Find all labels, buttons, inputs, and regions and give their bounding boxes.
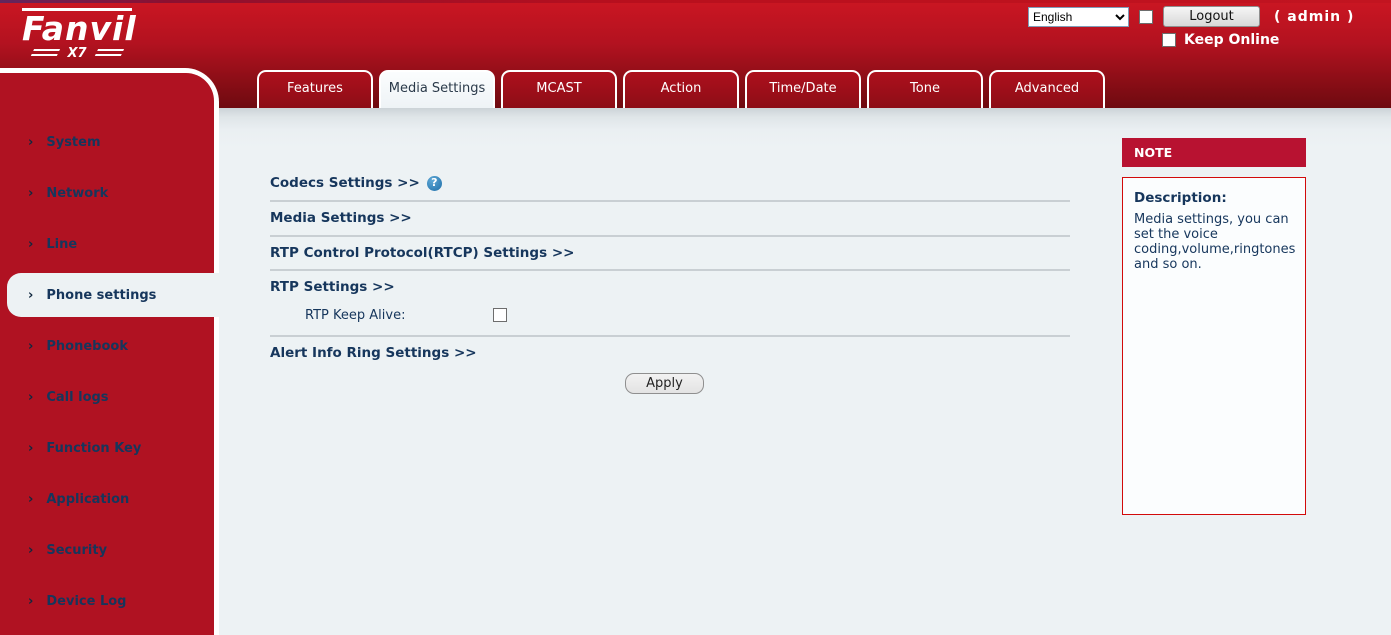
rtp-keep-alive-checkbox[interactable] xyxy=(493,308,507,322)
tab-bar: Features Media Settings MCAST Action Tim… xyxy=(257,70,1105,108)
sidebar-item-label: Device Log xyxy=(46,594,126,609)
chevron-right-icon xyxy=(28,288,33,303)
chevron-right-icon xyxy=(28,339,33,354)
sidebar-item-label: Network xyxy=(46,186,108,201)
section-label: RTP Settings >> xyxy=(270,280,395,294)
sidebar-item-application[interactable]: Application xyxy=(0,474,219,525)
sidebar-item-label: Phone settings xyxy=(46,288,156,303)
language-select[interactable]: English xyxy=(1028,7,1129,27)
language-checkbox[interactable] xyxy=(1139,10,1153,24)
chevron-right-icon xyxy=(28,186,33,201)
sidebar-nav: System Network Line Phone settings Phone… xyxy=(0,73,219,627)
section-rtp-settings[interactable]: RTP Settings >> xyxy=(270,280,1070,294)
sidebar-item-device-log[interactable]: Device Log xyxy=(0,576,219,627)
keep-online-row: Keep Online xyxy=(1162,32,1279,48)
sidebar-item-label: Security xyxy=(46,543,107,558)
header-top-strip xyxy=(0,0,1391,3)
section-divider xyxy=(270,335,1070,337)
apply-row: Apply xyxy=(270,372,1070,394)
sidebar-item-function-key[interactable]: Function Key xyxy=(0,423,219,474)
note-description-text: Media settings, you can set the voice co… xyxy=(1134,212,1295,272)
tab-tone[interactable]: Tone xyxy=(867,70,983,108)
sidebar: System Network Line Phone settings Phone… xyxy=(0,68,219,635)
sidebar-item-system[interactable]: System xyxy=(0,117,219,168)
chevron-right-icon xyxy=(28,492,33,507)
keep-online-checkbox[interactable] xyxy=(1162,33,1176,47)
tab-mcast[interactable]: MCAST xyxy=(501,70,617,108)
section-divider xyxy=(270,269,1070,271)
sidebar-item-line[interactable]: Line xyxy=(0,219,219,270)
section-rtcp-settings[interactable]: RTP Control Protocol(RTCP) Settings >> xyxy=(270,246,1070,260)
main-content: Codecs Settings >> ? Media Settings >> R… xyxy=(270,170,1070,394)
brand-name: Fanvil xyxy=(22,8,132,46)
sidebar-item-label: Line xyxy=(46,237,77,252)
sidebar-item-network[interactable]: Network xyxy=(0,168,219,219)
section-divider xyxy=(270,235,1070,237)
tab-action[interactable]: Action xyxy=(623,70,739,108)
tab-features[interactable]: Features xyxy=(257,70,373,108)
rtp-keep-alive-row: RTP Keep Alive: xyxy=(270,308,1070,322)
keep-online-label: Keep Online xyxy=(1184,32,1279,48)
chevron-right-icon xyxy=(28,237,33,252)
sidebar-item-security[interactable]: Security xyxy=(0,525,219,576)
section-label: Alert Info Ring Settings >> xyxy=(270,346,477,360)
section-label: Media Settings >> xyxy=(270,211,412,225)
help-icon[interactable]: ? xyxy=(427,176,442,191)
section-divider xyxy=(270,200,1070,202)
section-label: Codecs Settings >> xyxy=(270,176,420,190)
top-controls: English Logout ( admin ) xyxy=(1028,6,1354,27)
note-box: Description: Media settings, you can set… xyxy=(1122,177,1306,515)
apply-button[interactable]: Apply xyxy=(625,373,704,394)
sidebar-item-call-logs[interactable]: Call logs xyxy=(0,372,219,423)
section-codecs-settings[interactable]: Codecs Settings >> ? xyxy=(270,176,1070,190)
admin-label: ( admin ) xyxy=(1274,9,1354,25)
chevron-right-icon xyxy=(28,135,33,150)
tab-media-settings[interactable]: Media Settings xyxy=(379,70,495,108)
sidebar-item-label: System xyxy=(46,135,100,150)
section-label: RTP Control Protocol(RTCP) Settings >> xyxy=(270,246,574,260)
note-description-heading: Description: xyxy=(1134,190,1295,206)
sidebar-item-label: Phonebook xyxy=(46,339,128,354)
sidebar-item-label: Application xyxy=(46,492,129,507)
note-header: NOTE xyxy=(1122,138,1306,167)
chevron-right-icon xyxy=(28,441,33,456)
sidebar-item-label: Function Key xyxy=(46,441,141,456)
rtp-keep-alive-label: RTP Keep Alive: xyxy=(305,308,493,323)
sidebar-item-label: Call logs xyxy=(46,390,108,405)
tab-time-date[interactable]: Time/Date xyxy=(745,70,861,108)
section-media-settings[interactable]: Media Settings >> xyxy=(270,211,1070,225)
sidebar-item-phone-settings[interactable]: Phone settings xyxy=(7,273,219,317)
section-alert-info-ring-settings[interactable]: Alert Info Ring Settings >> xyxy=(270,346,1070,360)
chevron-right-icon xyxy=(28,543,33,558)
logo-speedlines-left-icon xyxy=(30,49,60,58)
chevron-right-icon xyxy=(28,390,33,405)
brand-logo: Fanvil X7 xyxy=(22,8,132,61)
logo-speedlines-right-icon xyxy=(93,49,123,58)
chevron-right-icon xyxy=(28,594,33,609)
tab-advanced[interactable]: Advanced xyxy=(989,70,1105,108)
brand-model: X7 xyxy=(67,46,86,61)
logout-button[interactable]: Logout xyxy=(1163,6,1260,27)
sidebar-item-phonebook[interactable]: Phonebook xyxy=(0,321,219,372)
